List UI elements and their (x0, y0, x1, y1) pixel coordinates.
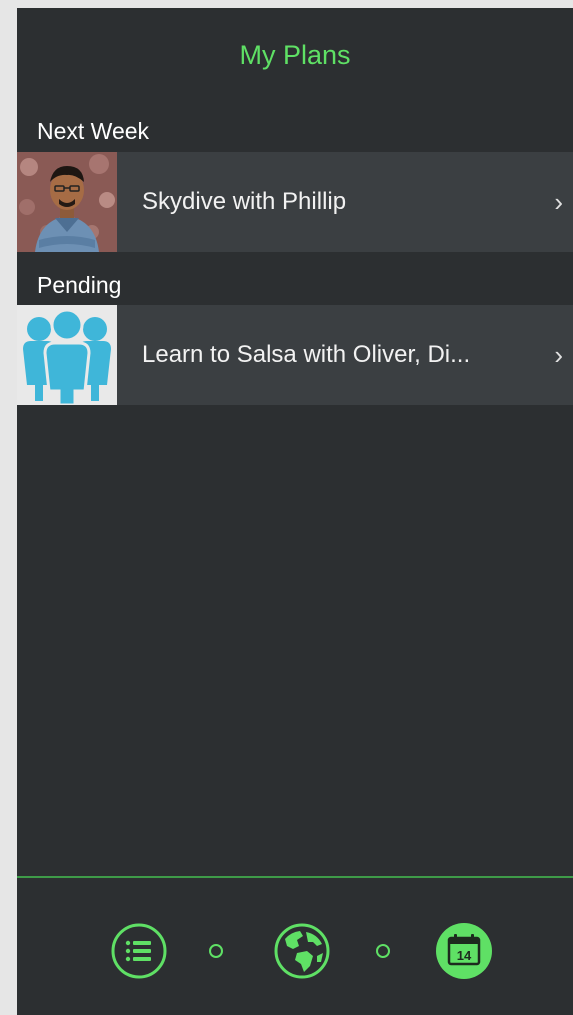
plan-title: Learn to Salsa with Oliver, Di... (142, 341, 471, 368)
plan-row-salsa[interactable]: Learn to Salsa with Oliver, Di... › (17, 305, 573, 405)
tab-list[interactable] (110, 922, 168, 985)
person-photo-icon (17, 152, 117, 252)
avatar (17, 305, 117, 405)
page-dot (209, 944, 223, 958)
tab-calendar[interactable]: 14 (435, 922, 493, 985)
section-header-next-week: Next Week (37, 118, 150, 144)
list-icon (111, 923, 167, 979)
group-icon (23, 308, 111, 405)
avatar (17, 152, 117, 252)
chevron-right-icon: › (554, 187, 563, 217)
tab-map[interactable] (273, 922, 331, 985)
plan-title: Skydive with Phillip (142, 188, 347, 215)
plan-row-skydive[interactable]: Skydive with Phillip › (17, 152, 573, 252)
calendar-day: 14 (457, 948, 472, 963)
globe-icon (274, 923, 330, 979)
section-header-pending: Pending (37, 272, 122, 298)
calendar-icon: 14 (436, 923, 492, 979)
app-screen: My Plans Next Week Skydive with Phillip … (17, 8, 573, 1015)
page-dot (376, 944, 390, 958)
tab-bar: 14 (17, 878, 573, 1015)
page-title: My Plans (239, 40, 351, 70)
chevron-right-icon: › (554, 340, 563, 370)
